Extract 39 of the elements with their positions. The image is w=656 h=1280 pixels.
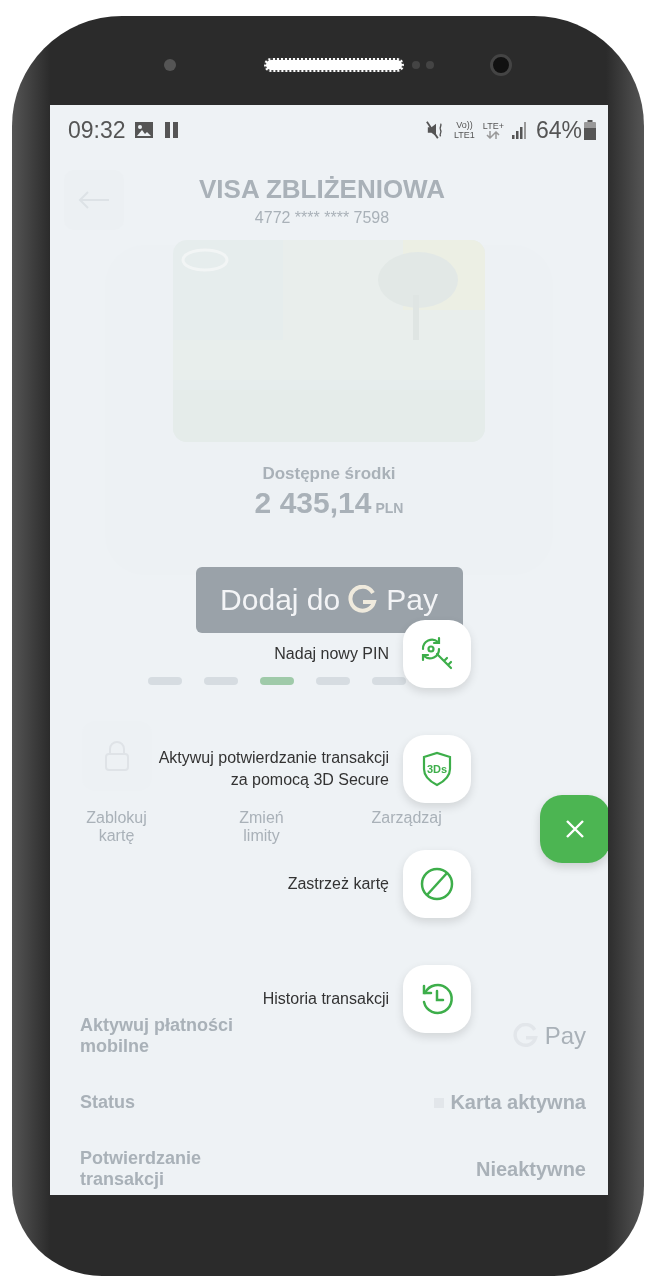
image-icon — [133, 120, 154, 140]
currency: PLN — [375, 500, 404, 516]
detail-value: Nieaktywne — [475, 1157, 586, 1181]
action-label: Zablokuj kartę — [85, 809, 148, 845]
balance-amount: 2 435,14 — [254, 486, 372, 520]
menu-label: Nadaj nowy PIN — [274, 644, 389, 664]
menu-action-button[interactable] — [403, 850, 471, 918]
menu-label: Aktywuj potwierdzanie transakcji za pomocą 3D Secure — [157, 748, 389, 790]
sensor-icon — [412, 60, 434, 69]
network-label: LTE1 — [454, 130, 475, 140]
volte-label: Vo)) — [456, 120, 473, 130]
camera-icon — [490, 53, 512, 76]
menu-action-button[interactable] — [403, 965, 471, 1033]
menu-label: Historia transakcji — [262, 989, 389, 1009]
gpay-label: Pay — [544, 1022, 586, 1050]
detail-label: Aktywuj płatności mobilne — [80, 1015, 235, 1057]
detail-label: Potwierdzanie transakcji — [80, 1148, 203, 1190]
close-menu-button[interactable] — [540, 795, 608, 863]
sensor-icon — [164, 58, 176, 71]
menu-action-button[interactable] — [403, 620, 471, 688]
clock: 09:32 — [68, 116, 126, 144]
action-label: Zarządzaj — [371, 809, 442, 827]
close-icon — [565, 819, 585, 839]
detail-label: Status — [80, 1092, 136, 1113]
balance-label: Dostępne środki — [262, 464, 396, 484]
menu-action-button[interactable]: 3Ds — [403, 735, 471, 803]
action-label: Zmień limity — [238, 809, 285, 845]
card-number: 4772 **** **** 7598 — [254, 208, 390, 227]
network-label: LTE+ — [482, 121, 504, 131]
signal-icon — [511, 121, 528, 139]
block-icon — [418, 865, 456, 903]
card-title: VISA ZBLIŻENIOWA — [198, 173, 445, 205]
add-to-gpay-button[interactable]: Dodaj do Pay — [195, 567, 463, 633]
data-arrows-icon — [486, 131, 501, 139]
battery-level: 64% — [535, 116, 582, 144]
menu-label: Zastrzeż kartę — [287, 874, 389, 894]
g-logo-icon — [348, 585, 379, 615]
detail-value: Karta aktywna — [450, 1091, 586, 1114]
battery-icon — [584, 120, 596, 140]
